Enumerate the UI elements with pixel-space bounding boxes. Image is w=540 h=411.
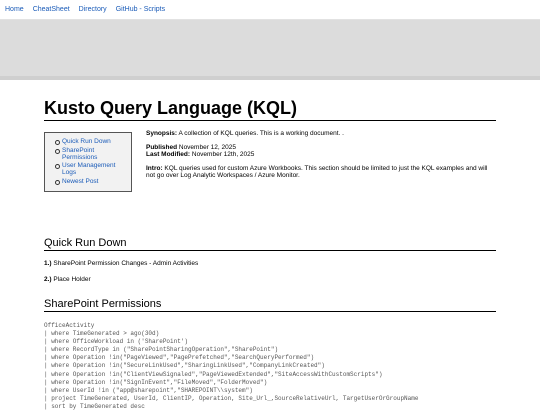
nav-home-link[interactable]: Home	[5, 6, 24, 13]
published-date: November 12, 2025	[178, 143, 236, 151]
page-title: Kusto Query Language (KQL)	[44, 98, 496, 121]
nav-cheatsheet-link[interactable]: CheatSheet	[33, 6, 70, 13]
toc-item: SharePoint Permissions	[55, 147, 127, 161]
modified-date: November 12th, 2025	[191, 151, 255, 159]
main-content: Kusto Query Language (KQL) Quick Run Dow…	[44, 98, 496, 192]
header-banner	[0, 20, 540, 80]
toc-item: Newest Post	[55, 178, 127, 185]
section-heading: SharePoint Permissions	[44, 298, 496, 312]
toc-item: Quick Run Down	[55, 138, 127, 145]
list-item: 1.) SharePoint Permission Changes - Admi…	[44, 260, 199, 267]
nav-github-scripts-link[interactable]: GitHub - Scripts	[116, 6, 165, 13]
post-info: Synopsis: A collection of KQL queries. T…	[146, 130, 496, 186]
toc-link-newest-post[interactable]: Newest Post	[62, 178, 99, 185]
top-navigation: Home CheatSheet Directory GitHub - Scrip…	[0, 0, 540, 20]
toc-link-quick-run-down[interactable]: Quick Run Down	[62, 138, 111, 145]
synopsis: Synopsis: A collection of KQL queries. T…	[146, 130, 344, 137]
sharepoint-permissions-section: SharePoint Permissions OfficeActivity | …	[44, 298, 496, 411]
nav-directory-link[interactable]: Directory	[79, 6, 107, 13]
quick-run-down-section: Quick Run Down 1.) SharePoint Permission…	[44, 237, 496, 283]
intro: Intro: KQL queries used for custom Azure…	[146, 164, 488, 180]
intro-row: Quick Run Down SharePoint Permissions Us…	[44, 130, 496, 192]
table-of-contents: Quick Run Down SharePoint Permissions Us…	[44, 132, 132, 192]
toc-item: User Management Logs	[55, 162, 127, 176]
toc-link-user-management-logs[interactable]: User Management Logs	[62, 162, 115, 176]
kql-code-block[interactable]: OfficeActivity | where TimeGenerated > a…	[44, 322, 496, 411]
section-heading: Quick Run Down	[44, 237, 496, 251]
dates: Published November 12, 2025 Last Modifie…	[146, 143, 255, 159]
list-item: 2.) Place Holder	[44, 276, 91, 283]
toc-link-sharepoint-permissions[interactable]: SharePoint Permissions	[62, 147, 97, 161]
